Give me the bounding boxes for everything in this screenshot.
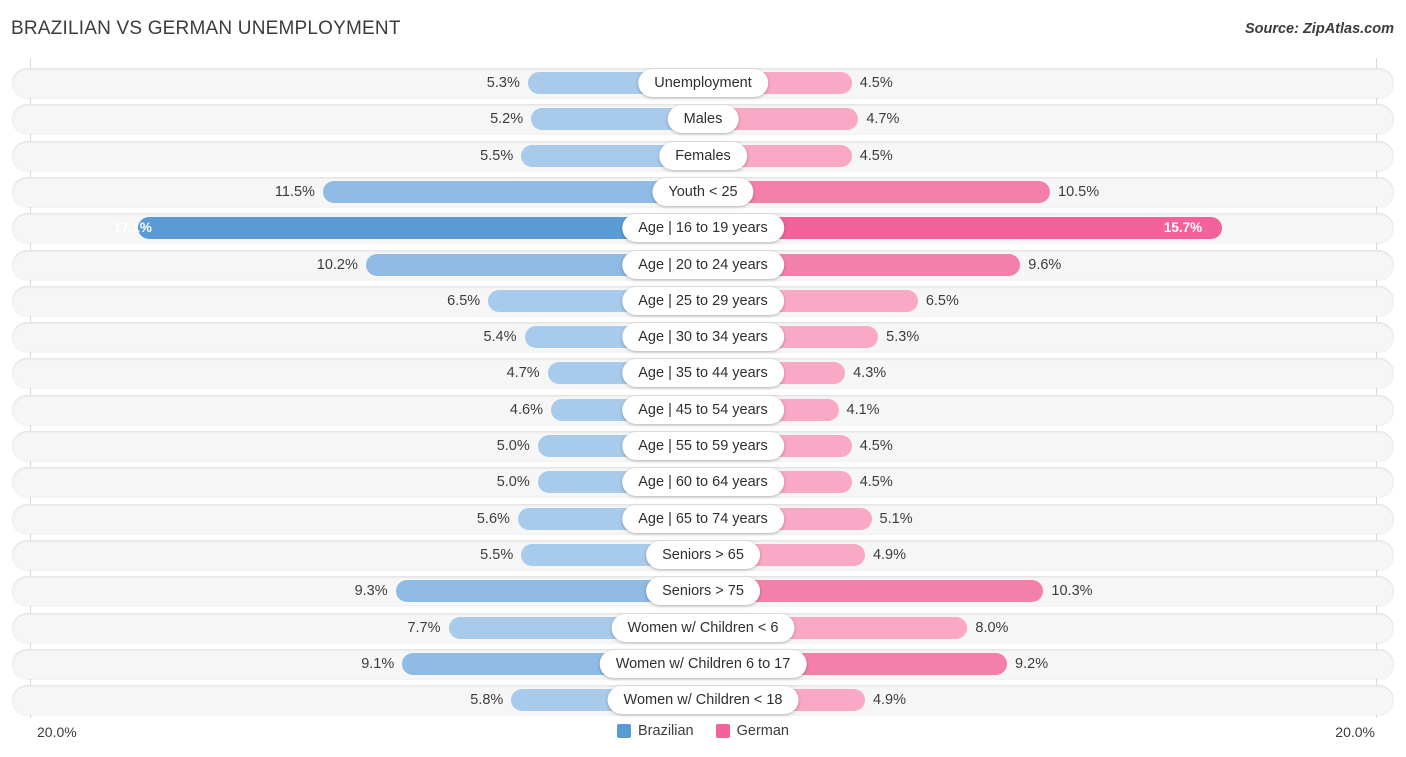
value-label-german: 9.2% [1015,655,1049,672]
value-label-german: 9.6% [1028,256,1062,273]
bar-row: 5.4% 5.3% Age | 30 to 34 years [12,322,1394,353]
category-label: Age | 55 to 59 years [622,432,784,460]
value-label-german: 5.1% [879,510,913,527]
bar-row: 5.8% 4.9% Women w/ Children < 18 [12,685,1394,716]
chart-title: BRAZILIAN VS GERMAN UNEMPLOYMENT [11,18,401,39]
value-label-german: 4.3% [853,365,887,382]
legend-swatch-icon [715,724,730,738]
value-label-brazilian: 5.5% [480,147,514,164]
chart-header: BRAZILIAN VS GERMAN UNEMPLOYMENT Source:… [0,0,1406,56]
bar-german [703,180,1051,203]
value-label-brazilian: 5.2% [490,111,524,128]
value-label-german: 4.5% [859,438,893,454]
category-label: Women w/ Children 6 to 17 [599,649,807,678]
category-label: Age | 65 to 74 years [622,504,784,533]
value-label-brazilian: 4.6% [509,401,543,418]
value-label-brazilian: 17.1% [113,220,152,236]
value-label-german: 4.5% [859,75,893,91]
category-label: Females [659,141,747,170]
chart-footer: 20.0% 20.0% Brazilian German [0,718,1406,757]
legend-label: Brazilian [638,723,694,739]
value-label-brazilian: 5.0% [496,438,530,454]
value-label-german: 4.5% [859,474,893,491]
category-label: Unemployment [638,69,768,97]
category-label: Women w/ Children < 18 [607,686,799,715]
chart-legend: Brazilian German [0,723,1406,739]
value-label-brazilian: 5.6% [476,510,510,527]
bar-row: 5.2% 4.7% Males [12,104,1394,135]
category-label: Seniors > 75 [646,577,760,606]
category-label: Age | 60 to 64 years [622,468,784,497]
legend-item[interactable]: Brazilian [617,723,694,739]
legend-item[interactable]: German [715,723,789,739]
value-label-german: 5.3% [886,329,920,346]
category-label: Age | 20 to 24 years [622,250,784,279]
bar-row: 9.3% 10.3% Seniors > 75 [12,576,1394,607]
value-label-german: 8.0% [975,619,1009,636]
bar-row: 6.5% 6.5% Age | 25 to 29 years [12,285,1394,316]
value-label-brazilian: 5.3% [486,75,520,91]
category-label: Age | 25 to 29 years [622,286,784,315]
legend-label: German [736,723,789,739]
value-label-brazilian: 11.5% [274,183,315,200]
category-label: Age | 45 to 54 years [622,395,784,424]
value-label-german: 4.1% [846,401,880,418]
category-label: Women w/ Children < 6 [611,613,795,642]
value-label-brazilian: 9.1% [361,655,395,672]
bar-row: 5.5% 4.5% Females [12,140,1394,171]
value-label-german: 15.7% [1163,220,1203,236]
bar-row: 9.1% 9.2% Women w/ Children 6 to 17 [12,648,1394,679]
value-label-german: 10.5% [1058,183,1100,200]
value-label-brazilian: 5.8% [470,692,504,709]
value-label-brazilian: 7.7% [407,619,441,636]
category-label: Age | 30 to 34 years [622,323,784,352]
value-label-german: 4.9% [872,692,906,709]
value-label-german: 6.5% [925,292,959,309]
bar-row: 7.7% 8.0% Women w/ Children < 6 [12,612,1394,643]
value-label-german: 4.7% [866,111,900,128]
bar-row: 11.5% 10.5% Youth < 25 [12,176,1394,207]
bar-brazilian [137,217,703,240]
value-label-german: 4.9% [872,546,906,563]
value-label-german: 10.3% [1051,583,1093,600]
bar-row: 17.1% 15.7% Age | 16 to 19 years [12,213,1394,244]
category-label: Males [667,105,739,134]
value-label-brazilian: 9.3% [354,583,388,600]
bar-row: 4.6% 4.1% Age | 45 to 54 years [12,394,1394,425]
category-label: Age | 16 to 19 years [622,214,784,243]
bar-row: 5.0% 4.5% Age | 55 to 59 years [12,431,1394,461]
bar-row: 5.3% 4.5% Unemployment [12,68,1394,98]
value-label-brazilian: 5.0% [496,474,530,491]
bar-row: 5.5% 4.9% Seniors > 65 [12,539,1394,570]
category-label: Seniors > 65 [646,540,760,569]
bar-brazilian [322,180,703,203]
source-attribution: Source: ZipAtlas.com [1244,21,1394,37]
category-label: Age | 35 to 44 years [622,359,784,388]
value-label-brazilian: 6.5% [447,292,481,309]
legend-swatch-icon [617,724,631,738]
bar-row: 5.6% 5.1% Age | 65 to 74 years [12,503,1394,534]
value-label-german: 4.5% [859,147,893,164]
value-label-brazilian: 5.4% [483,329,517,346]
bar-row: 10.2% 9.6% Age | 20 to 24 years [12,249,1394,280]
category-label: Youth < 25 [652,177,754,206]
value-label-brazilian: 10.2% [316,256,358,273]
bar-row: 4.7% 4.3% Age | 35 to 44 years [12,358,1394,389]
bar-row: 5.0% 4.5% Age | 60 to 64 years [12,467,1394,498]
chart-plot-area: 5.3% 4.5% Unemployment 5.2% 4.7% Males 5.5% 4.5… [0,58,1406,718]
value-label-brazilian: 5.5% [480,546,514,563]
value-label-brazilian: 4.7% [506,365,540,382]
